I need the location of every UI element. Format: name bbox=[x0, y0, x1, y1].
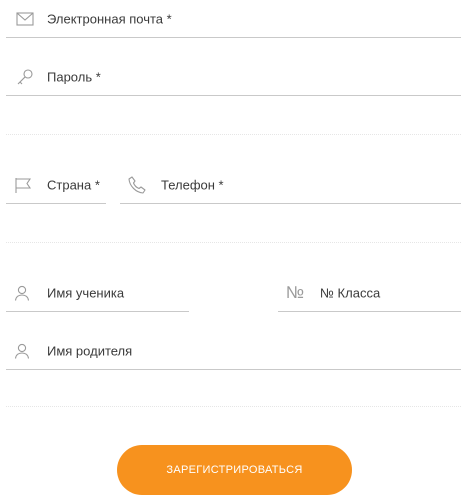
student-name-field[interactable]: Имя ученика bbox=[6, 274, 189, 312]
class-number-label: № Класса bbox=[320, 285, 381, 300]
phone-icon bbox=[126, 174, 148, 196]
phone-field[interactable]: Телефон * bbox=[120, 166, 461, 204]
password-label: Пароль * bbox=[47, 69, 101, 84]
section-divider bbox=[6, 242, 461, 243]
parent-name-label: Имя родителя bbox=[47, 343, 133, 358]
parent-name-field[interactable]: Имя родителя bbox=[6, 332, 461, 370]
section-divider bbox=[6, 134, 461, 135]
key-icon bbox=[14, 66, 36, 88]
student-name-label: Имя ученика bbox=[47, 285, 125, 300]
flag-icon bbox=[12, 174, 34, 196]
number-sign-icon: № bbox=[285, 283, 305, 302]
section-divider bbox=[6, 406, 461, 407]
class-number-field[interactable]: № № Класса bbox=[278, 274, 461, 312]
password-field[interactable]: Пароль * bbox=[6, 58, 461, 96]
email-label: Электронная почта * bbox=[47, 11, 172, 26]
user-icon bbox=[11, 340, 33, 362]
user-icon bbox=[11, 282, 33, 304]
register-button[interactable]: ЗАРЕГИСТРИРОВАТЬСЯ bbox=[117, 445, 352, 495]
phone-label: Телефон * bbox=[161, 177, 224, 192]
email-field[interactable]: Электронная почта * bbox=[6, 0, 461, 38]
envelope-icon bbox=[14, 8, 36, 30]
country-field[interactable]: Страна * bbox=[6, 166, 106, 204]
country-label: Страна * bbox=[47, 177, 100, 192]
